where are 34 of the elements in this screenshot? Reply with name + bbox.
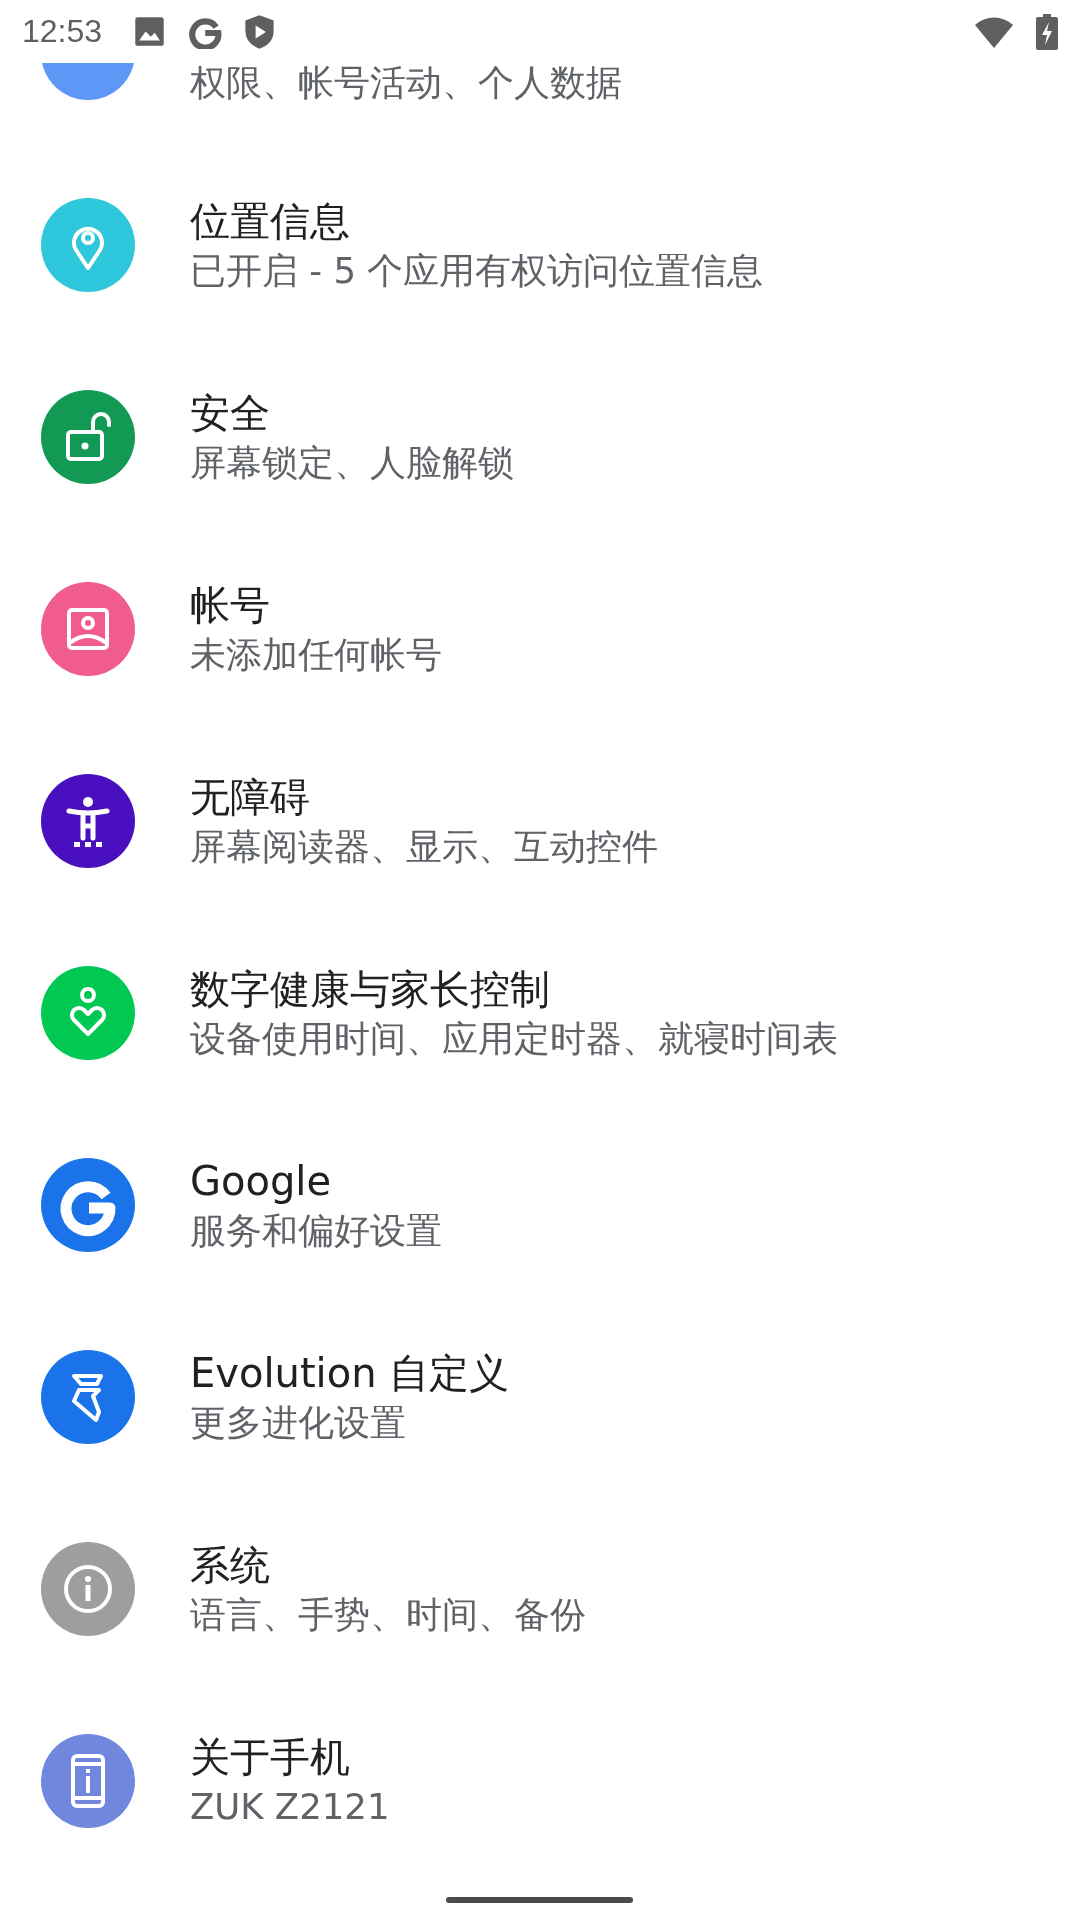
setting-summary: 更多进化设置 — [190, 1401, 407, 1445]
setting-title[interactable]: 系统 — [190, 1539, 586, 1591]
setting-summary: ZUK Z2121 — [190, 1785, 390, 1829]
shield-play-icon — [244, 13, 276, 50]
status-time: 12:53 — [22, 13, 103, 50]
setting-summary: 服务和偏好设置 — [190, 1209, 442, 1253]
gesture-bar[interactable] — [446, 1897, 633, 1903]
setting-title[interactable]: 安全 — [190, 387, 514, 439]
location-pin-icon — [41, 198, 135, 292]
setting-summary: 未添加任何帐号 — [190, 633, 442, 677]
setting-title[interactable]: 数字健康与家长控制 — [190, 963, 838, 1015]
info-icon — [41, 1542, 135, 1636]
heart-person-icon — [41, 966, 135, 1060]
setting-summary: 语言、手势、时间、备份 — [190, 1593, 586, 1637]
lock-icon — [41, 390, 135, 484]
setting-title[interactable]: Evolution 自定义 — [190, 1347, 510, 1399]
setting-summary: 屏幕阅读器、显示、互动控件 — [190, 825, 658, 869]
account-icon — [41, 582, 135, 676]
battery-charging-icon — [1036, 13, 1058, 50]
setting-summary: 已开启 - 5 个应用有权访问位置信息 — [190, 249, 764, 293]
setting-title[interactable]: 帐号 — [190, 579, 442, 631]
setting-title[interactable]: Google — [190, 1155, 442, 1207]
setting-title[interactable]: 关于手机 — [190, 1731, 390, 1783]
setting-summary: 权限、帐号活动、个人数据 — [190, 61, 622, 105]
setting-title[interactable]: 位置信息 — [190, 195, 764, 247]
phone-info-icon — [41, 1734, 135, 1828]
image-icon — [134, 16, 166, 47]
g-logo-icon — [41, 1158, 135, 1252]
setting-summary: 设备使用时间、应用定时器、就寝时间表 — [190, 1017, 838, 1061]
wifi-icon — [974, 15, 1014, 48]
bolt-logo-icon — [41, 1350, 135, 1444]
setting-title[interactable]: 无障碍 — [190, 771, 658, 823]
setting-summary: 屏幕锁定、人脸解锁 — [190, 441, 514, 485]
accessibility-icon — [41, 774, 135, 868]
